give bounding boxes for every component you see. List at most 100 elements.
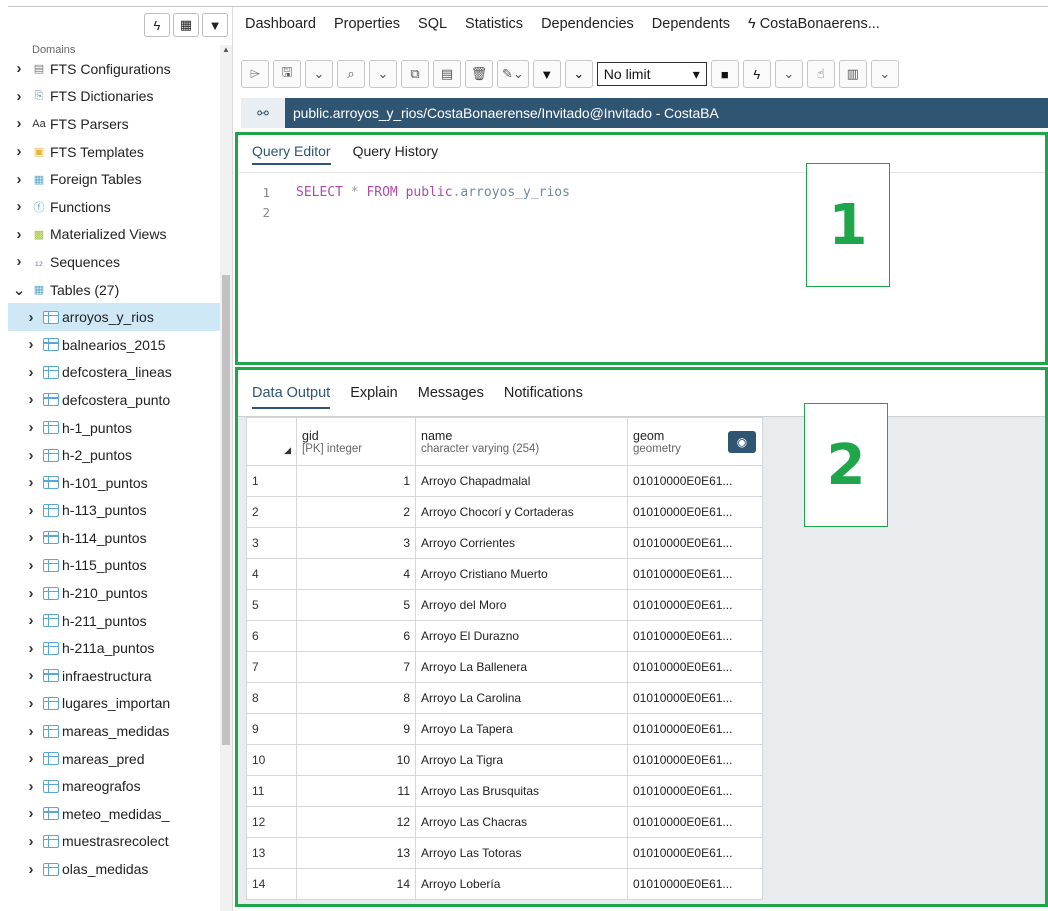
- chevron-right-icon[interactable]: ›: [24, 502, 38, 519]
- chevron-right-icon[interactable]: ›: [24, 557, 38, 574]
- tree-item[interactable]: › h-115_puntos: [8, 552, 220, 580]
- table-icon: [43, 862, 59, 876]
- chevron-right-icon[interactable]: ›: [12, 171, 26, 188]
- tree-item[interactable]: › ⓕ Functions: [8, 193, 220, 221]
- connection-status-icon[interactable]: ⚯: [241, 98, 285, 128]
- tree-item[interactable]: › h-1_puntos: [8, 414, 220, 442]
- tree-item[interactable]: › defcostera_lineas: [8, 359, 220, 387]
- chevron-right-icon[interactable]: ›: [24, 667, 38, 684]
- limit-select[interactable]: No limit ▾: [596, 62, 707, 86]
- copy-icon[interactable]: ⧉: [401, 60, 429, 88]
- tree-item-label: h-114_puntos: [62, 529, 147, 546]
- save-file-icon[interactable]: 🖫: [273, 60, 301, 88]
- chevron-right-icon[interactable]: ›: [24, 391, 38, 408]
- tree-item[interactable]: › h-210_puntos: [8, 579, 220, 607]
- tree-item[interactable]: › mareas_medidas: [8, 717, 220, 745]
- tree-item[interactable]: › ▣ FTS Templates: [8, 138, 220, 166]
- tree-item-label: arroyos_y_rios: [62, 309, 154, 326]
- chevron-right-icon[interactable]: ›: [24, 723, 38, 740]
- tree-item[interactable]: › olas_medidas: [8, 855, 220, 883]
- chevron-right-icon[interactable]: ›: [24, 861, 38, 878]
- macros-icon[interactable]: ▥: [838, 60, 867, 88]
- find-dropdown-icon[interactable]: ⌄: [369, 60, 397, 88]
- tree-item-partial[interactable]: Domains: [8, 45, 220, 55]
- delete-icon[interactable]: 🗑: [465, 60, 493, 88]
- tree-item[interactable]: › mareas_pred: [8, 745, 220, 773]
- tab-properties[interactable]: Properties: [334, 16, 400, 32]
- chevron-right-icon[interactable]: ›: [24, 447, 38, 464]
- chevron-right-icon[interactable]: ›: [24, 585, 38, 602]
- chevron-right-icon[interactable]: ›: [24, 336, 38, 353]
- tree-item[interactable]: › arroyos_y_rios: [8, 303, 220, 331]
- scrollbar-thumb[interactable]: [222, 275, 230, 745]
- commit-icon[interactable]: ☝: [806, 60, 835, 88]
- tree-item[interactable]: › ₁₂ Sequences: [8, 248, 220, 276]
- query-tool-icon[interactable]: ϟ: [144, 13, 170, 37]
- chevron-right-icon[interactable]: ›: [12, 198, 26, 215]
- tree-item[interactable]: › h-113_puntos: [8, 497, 220, 525]
- tree-item[interactable]: › defcostera_punto: [8, 386, 220, 414]
- execute-icon[interactable]: ϟ: [742, 60, 771, 88]
- chevron-down-icon[interactable]: ⌄: [12, 281, 26, 299]
- chevron-right-icon[interactable]: ›: [12, 115, 26, 132]
- chevron-right-icon[interactable]: ›: [24, 805, 38, 822]
- chevron-right-icon[interactable]: ›: [24, 474, 38, 491]
- tree-item[interactable]: › h-114_puntos: [8, 524, 220, 552]
- tab-sql[interactable]: SQL: [418, 16, 447, 32]
- tab-dashboard[interactable]: Dashboard: [245, 16, 316, 32]
- chevron-right-icon[interactable]: ›: [24, 750, 38, 767]
- tab-dependents[interactable]: Dependents: [652, 16, 730, 32]
- tree-item-label: FTS Configurations: [50, 60, 171, 77]
- chevron-right-icon[interactable]: ›: [24, 695, 38, 712]
- tab-statistics[interactable]: Statistics: [465, 16, 523, 32]
- filter-icon[interactable]: ▼: [202, 13, 228, 37]
- save-dropdown-icon[interactable]: ⌄: [305, 60, 333, 88]
- chevron-right-icon[interactable]: ›: [24, 612, 38, 629]
- tree-item[interactable]: › muestrasrecolect: [8, 828, 220, 856]
- chevron-right-icon[interactable]: ›: [24, 833, 38, 850]
- chevron-right-icon[interactable]: ›: [24, 778, 38, 795]
- tree-item[interactable]: › Aa FTS Parsers: [8, 110, 220, 138]
- tree-item[interactable]: › ▩ Materialized Views: [8, 221, 220, 249]
- chevron-right-icon[interactable]: ›: [24, 309, 38, 326]
- chevron-right-icon[interactable]: ›: [24, 640, 38, 657]
- macros-dropdown-icon[interactable]: ⌄: [870, 60, 899, 88]
- tab-dependencies[interactable]: Dependencies: [541, 16, 634, 32]
- filter-rows-icon[interactable]: ▼: [532, 60, 561, 88]
- chevron-right-icon[interactable]: ›: [24, 364, 38, 381]
- paste-icon[interactable]: ▤: [433, 60, 461, 88]
- execute-dropdown-icon[interactable]: ⌄: [774, 60, 803, 88]
- tree-item[interactable]: › h-101_puntos: [8, 469, 220, 497]
- connection-bar[interactable]: ⚯ public.arroyos_y_rios/CostaBonaerense/…: [241, 98, 1048, 128]
- tree-item[interactable]: › ⎘ FTS Dictionaries: [8, 83, 220, 111]
- edit-dropdown-icon[interactable]: ✎⌄: [497, 60, 529, 88]
- tree-item[interactable]: › ▦ Foreign Tables: [8, 165, 220, 193]
- chevron-right-icon[interactable]: ›: [24, 529, 38, 546]
- open-file-icon[interactable]: ⌲: [241, 60, 269, 88]
- stop-icon[interactable]: ■: [710, 60, 739, 88]
- tree-item-label: h-113_puntos: [62, 502, 147, 519]
- tree-item[interactable]: › mareografos: [8, 772, 220, 800]
- tree-item[interactable]: › h-211a_puntos: [8, 634, 220, 662]
- tree-item[interactable]: › h-211_puntos: [8, 607, 220, 635]
- tree-item[interactable]: › meteo_medidas_: [8, 800, 220, 828]
- chevron-right-icon[interactable]: ›: [12, 143, 26, 160]
- tree-scrollbar[interactable]: ▲: [220, 45, 232, 911]
- filter-dropdown-icon[interactable]: ⌄: [564, 60, 593, 88]
- chevron-right-icon[interactable]: ›: [24, 419, 38, 436]
- tree-item[interactable]: › h-2_puntos: [8, 441, 220, 469]
- chevron-right-icon[interactable]: ›: [12, 226, 26, 243]
- chevron-right-icon[interactable]: ›: [12, 60, 26, 77]
- chevron-right-icon[interactable]: ›: [12, 88, 26, 105]
- view-data-icon[interactable]: ▦: [173, 13, 199, 37]
- chevron-right-icon[interactable]: ›: [12, 253, 26, 270]
- tab-query-tool[interactable]: ϟ CostaBonaerens...: [748, 16, 880, 32]
- tree-item-label: mareografos: [62, 778, 141, 795]
- tree-item[interactable]: › lugares_importan: [8, 690, 220, 718]
- tree-item[interactable]: › ▤ FTS Configurations: [8, 55, 220, 83]
- tree-item[interactable]: › infraestructura: [8, 662, 220, 690]
- scroll-up-icon[interactable]: ▲: [220, 45, 232, 57]
- tree-item[interactable]: › balnearios_2015: [8, 331, 220, 359]
- tree-item[interactable]: ⌄ ▦ Tables (27): [8, 276, 220, 304]
- find-icon[interactable]: ⌕: [337, 60, 365, 88]
